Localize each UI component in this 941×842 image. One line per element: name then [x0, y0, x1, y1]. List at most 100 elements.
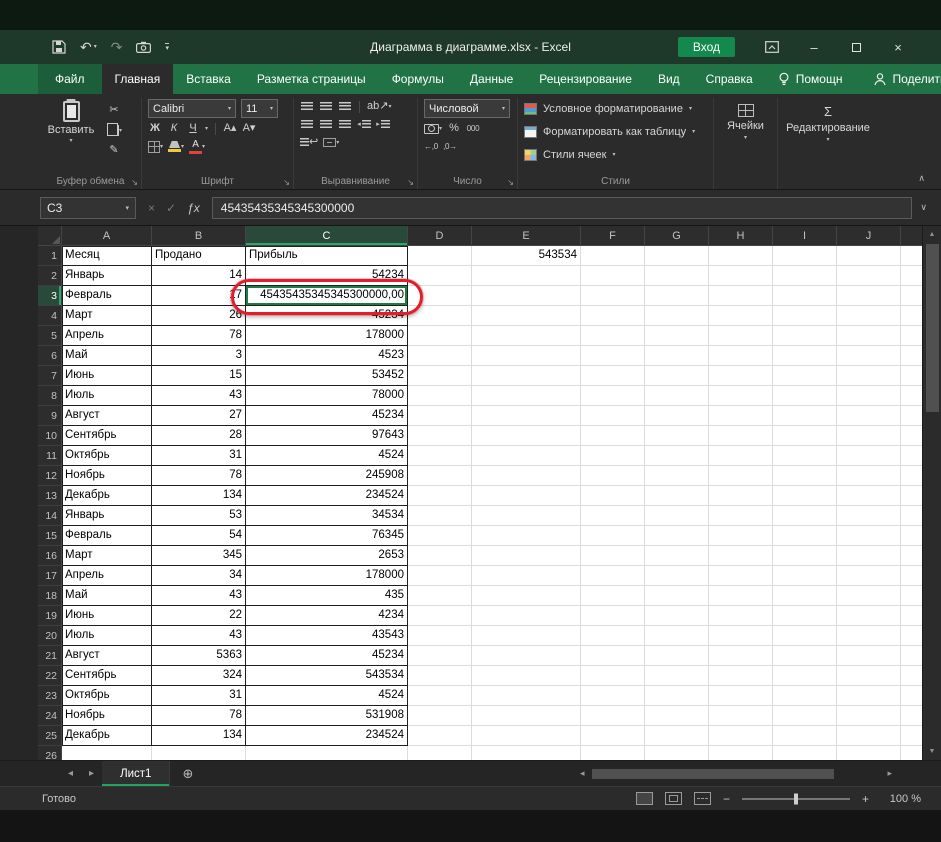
cell-F13[interactable] — [581, 486, 645, 506]
number-dialog-launcher[interactable]: ↘ — [507, 178, 514, 187]
cell-E11[interactable] — [472, 446, 581, 466]
underline-button[interactable]: Ч — [186, 121, 200, 136]
row-header-7[interactable]: 7 — [38, 366, 62, 386]
cell-H19[interactable] — [709, 606, 773, 626]
cell-A1[interactable]: Месяц — [62, 246, 152, 266]
row-header-12[interactable]: 12 — [38, 466, 62, 486]
cell-C14[interactable]: 34534 — [246, 506, 408, 526]
cell-B21[interactable]: 5363 — [152, 646, 246, 666]
cut-button[interactable]: ✂ — [106, 103, 122, 118]
cell-D24[interactable] — [408, 706, 472, 726]
cell-B9[interactable]: 27 — [152, 406, 246, 426]
row-header-5[interactable]: 5 — [38, 326, 62, 346]
cell-J7[interactable] — [837, 366, 901, 386]
cell-E20[interactable] — [472, 626, 581, 646]
cell-G25[interactable] — [645, 726, 709, 746]
cell-F10[interactable] — [581, 426, 645, 446]
cell-I3[interactable] — [773, 286, 837, 306]
italic-button[interactable]: К — [167, 121, 181, 136]
cell-C26[interactable] — [246, 746, 408, 760]
cell-E2[interactable] — [472, 266, 581, 286]
cell-A14[interactable]: Январь — [62, 506, 152, 526]
cell-G7[interactable] — [645, 366, 709, 386]
cell-I9[interactable] — [773, 406, 837, 426]
cell-H12[interactable] — [709, 466, 773, 486]
cell-I14[interactable] — [773, 506, 837, 526]
undo-button[interactable]: ↶ ▾ — [80, 40, 97, 54]
row-header-11[interactable]: 11 — [38, 446, 62, 466]
cell-H8[interactable] — [709, 386, 773, 406]
cell-J20[interactable] — [837, 626, 901, 646]
cell-C21[interactable]: 45234 — [246, 646, 408, 666]
accounting-format-button[interactable]: ▾ — [424, 121, 442, 136]
row-header-26[interactable]: 26 — [38, 746, 62, 760]
scroll-up-icon[interactable]: ▲ — [929, 228, 936, 241]
cell-H21[interactable] — [709, 646, 773, 666]
row-header-20[interactable]: 20 — [38, 626, 62, 646]
cell-E10[interactable] — [472, 426, 581, 446]
cell-B20[interactable]: 43 — [152, 626, 246, 646]
row-header-16[interactable]: 16 — [38, 546, 62, 566]
cell-E7[interactable] — [472, 366, 581, 386]
column-header-E[interactable]: E — [472, 226, 581, 246]
cell-H23[interactable] — [709, 686, 773, 706]
cell-B14[interactable]: 53 — [152, 506, 246, 526]
cell-G1[interactable] — [645, 246, 709, 266]
cell-I4[interactable] — [773, 306, 837, 326]
row-header-6[interactable]: 6 — [38, 346, 62, 366]
column-header-G[interactable]: G — [645, 226, 709, 246]
cell-E12[interactable] — [472, 466, 581, 486]
sign-in-button[interactable]: Вход — [677, 37, 735, 57]
cell-I12[interactable] — [773, 466, 837, 486]
cell-D6[interactable] — [408, 346, 472, 366]
cell-E22[interactable] — [472, 666, 581, 686]
cell-C22[interactable]: 543534 — [246, 666, 408, 686]
cell-C7[interactable]: 53452 — [246, 366, 408, 386]
cell-J23[interactable] — [837, 686, 901, 706]
row-header-24[interactable]: 24 — [38, 706, 62, 726]
merge-center-button[interactable]: ▾ — [323, 135, 339, 150]
cell-E14[interactable] — [472, 506, 581, 526]
cell-E23[interactable] — [472, 686, 581, 706]
cell-E25[interactable] — [472, 726, 581, 746]
cell-D14[interactable] — [408, 506, 472, 526]
font-dialog-launcher[interactable]: ↘ — [283, 178, 290, 187]
vertical-scrollbar[interactable]: ▲ ▼ — [922, 226, 941, 760]
cell-G26[interactable] — [645, 746, 709, 760]
cell-B4[interactable]: 26 — [152, 306, 246, 326]
cell-G12[interactable] — [645, 466, 709, 486]
cell-B1[interactable]: Продано — [152, 246, 246, 266]
cell-A4[interactable]: Март — [62, 306, 152, 326]
cell-H4[interactable] — [709, 306, 773, 326]
cell-I22[interactable] — [773, 666, 837, 686]
editing-button[interactable]: Σ Редактирование ▾ — [784, 99, 872, 143]
cell-B6[interactable]: 3 — [152, 346, 246, 366]
tab-Разметка-страницы[interactable]: Разметка страницы — [244, 64, 379, 94]
cell-D20[interactable] — [408, 626, 472, 646]
cell-C10[interactable]: 97643 — [246, 426, 408, 446]
cell-I15[interactable] — [773, 526, 837, 546]
cell-E4[interactable] — [472, 306, 581, 326]
cell-G8[interactable] — [645, 386, 709, 406]
cell-G19[interactable] — [645, 606, 709, 626]
cell-H17[interactable] — [709, 566, 773, 586]
cell-H22[interactable] — [709, 666, 773, 686]
bold-button[interactable]: Ж — [148, 121, 162, 136]
cell-J18[interactable] — [837, 586, 901, 606]
cell-E17[interactable] — [472, 566, 581, 586]
cell-B3[interactable]: 17 — [152, 286, 246, 306]
cell-C23[interactable]: 4524 — [246, 686, 408, 706]
cell-G14[interactable] — [645, 506, 709, 526]
cell-C16[interactable]: 2653 — [246, 546, 408, 566]
row-header-19[interactable]: 19 — [38, 606, 62, 626]
copy-button[interactable]: ▾ — [106, 123, 122, 138]
cell-I11[interactable] — [773, 446, 837, 466]
cell-G6[interactable] — [645, 346, 709, 366]
tab-Формулы[interactable]: Формулы — [379, 64, 457, 94]
cell-A16[interactable]: Март — [62, 546, 152, 566]
cell-F22[interactable] — [581, 666, 645, 686]
tab-Главная[interactable]: Главная — [101, 64, 174, 94]
cell-I8[interactable] — [773, 386, 837, 406]
cell-I24[interactable] — [773, 706, 837, 726]
conditional-formatting-button[interactable]: Условное форматирование ▾ — [524, 99, 707, 119]
